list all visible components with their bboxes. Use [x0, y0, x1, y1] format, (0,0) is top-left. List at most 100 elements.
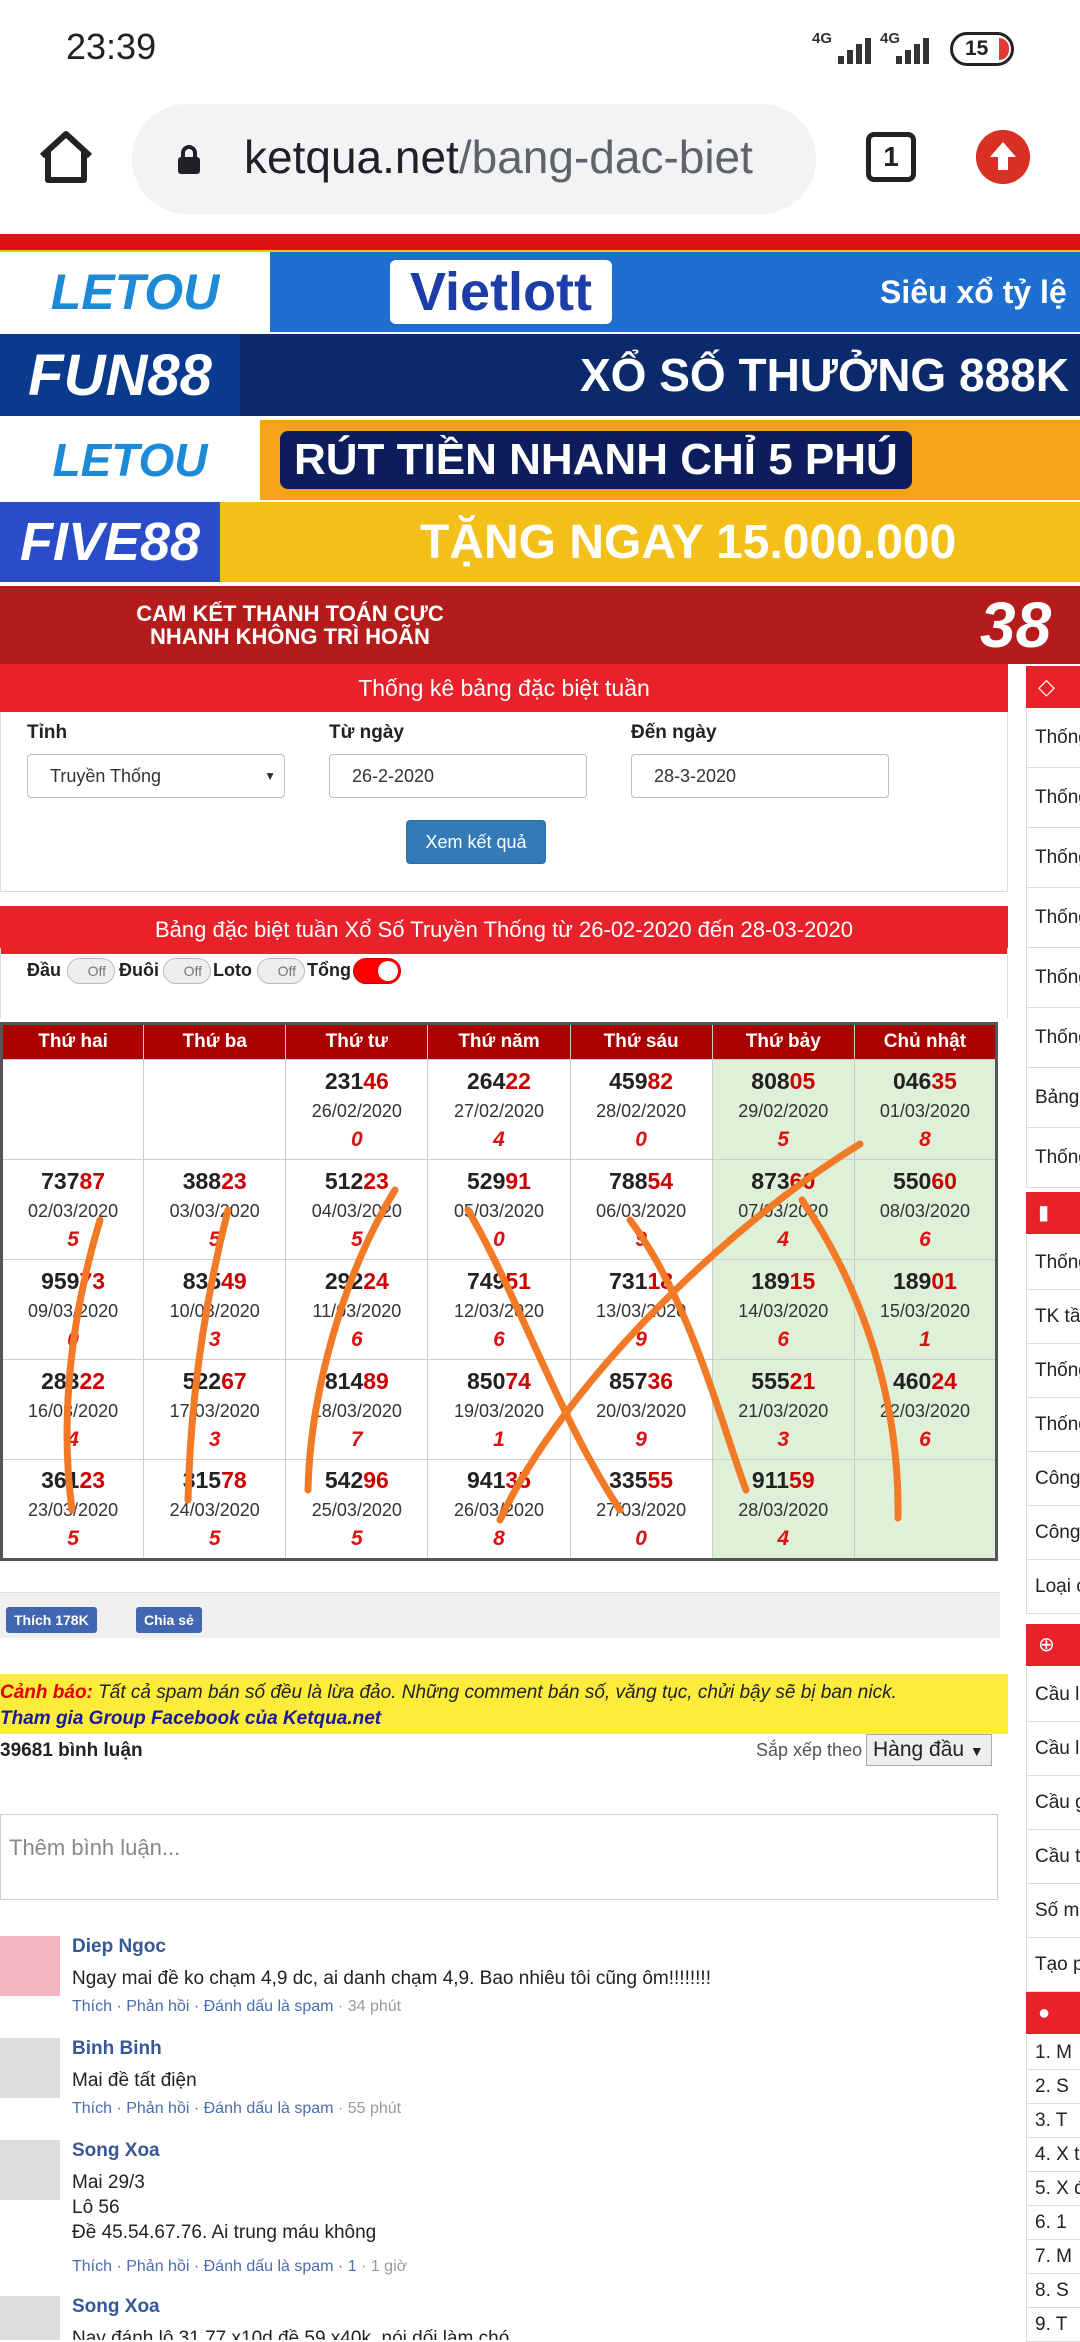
- prize-number: 55060: [855, 1168, 995, 1195]
- draw-date: 29/02/2020: [738, 1100, 829, 1121]
- digit-sum: 0: [635, 1527, 647, 1550]
- sidebar-link[interactable]: Thống: [1026, 1344, 1080, 1398]
- digit-sum: 5: [351, 1527, 363, 1550]
- prize-head: 522: [182, 1367, 222, 1394]
- prize-number: 18915: [713, 1268, 854, 1295]
- sidebar-link[interactable]: Cầu lo: [1026, 1668, 1080, 1722]
- toggle-dau[interactable]: Off: [67, 958, 115, 984]
- sidebar-link[interactable]: Tạo p: [1026, 1938, 1080, 1992]
- comment-action-links[interactable]: Thích · Phản hồi · Đánh dấu là spam: [72, 1998, 333, 2015]
- sidebar-link[interactable]: 8. S: [1026, 2274, 1080, 2308]
- like-button[interactable]: Thích 178K: [6, 1607, 97, 1633]
- prize-number: 23146: [286, 1068, 427, 1095]
- facebook-group-link[interactable]: Tham gia Group Facebook của Ketqua.net: [0, 1708, 381, 1729]
- share-button[interactable]: Chia sẻ: [136, 1607, 202, 1633]
- address-bar[interactable]: ketqua.net/bang-dac-biet: [132, 104, 816, 214]
- sidebar-link[interactable]: Thống theo Đ: [1026, 1128, 1080, 1188]
- draw-date: 15/03/2020: [879, 1300, 970, 1321]
- ad-banner-3[interactable]: LETOU RÚT TIỀN NHANH CHỈ 5 PHÚ: [0, 420, 1080, 500]
- sidebar-link[interactable]: 7. M: [1026, 2240, 1080, 2274]
- from-date-label: Từ ngày: [329, 722, 404, 743]
- column-header: Thứ năm: [427, 1023, 571, 1060]
- ad-logo-4: FIVE88: [0, 502, 220, 582]
- sidebar-link[interactable]: Thống loto: [1026, 888, 1080, 948]
- submit-button[interactable]: Xem kết quả: [406, 820, 546, 864]
- sidebar-link[interactable]: 6. 1: [1026, 2206, 1080, 2240]
- tab-switcher-button[interactable]: 1: [866, 132, 916, 182]
- prize-head: 731: [609, 1267, 648, 1294]
- result-cell: 94135 26/03/2020 8: [427, 1459, 571, 1560]
- prize-head: 388: [182, 1167, 222, 1194]
- sidebar-link[interactable]: Bảng: [1026, 1068, 1080, 1128]
- sidebar-link[interactable]: Thống loto: [1026, 768, 1080, 828]
- result-cell: 29224 11/03/2020 6: [285, 1259, 429, 1360]
- sidebar-link[interactable]: 4. X tu: [1026, 2138, 1080, 2172]
- comment-actions[interactable]: Thích · Phản hồi · Đánh dấu là spam · 34…: [72, 1998, 401, 2016]
- from-date-input[interactable]: 26-2-2020: [329, 754, 587, 798]
- digit-sum: 6: [777, 1327, 790, 1351]
- ad-banner-2[interactable]: FUN88 XỔ SỐ THƯỞNG 888K HOÀN TRẢ 5: [0, 334, 1080, 416]
- prize-tail: 24: [363, 1267, 389, 1294]
- comment-time: · 55 phút: [337, 2100, 402, 2117]
- sidebar-link[interactable]: Số mơ: [1026, 1884, 1080, 1938]
- sidebar-link[interactable]: 9. T: [1026, 2308, 1080, 2342]
- sidebar-link[interactable]: Công: [1026, 1452, 1080, 1506]
- ad-banner-4[interactable]: FIVE88 TẶNG NGAY 15.000.000: [0, 502, 1080, 582]
- comment-action-links[interactable]: Thích · Phản hồi · Đánh dấu là spam · 1: [72, 2258, 357, 2275]
- toggle-loto[interactable]: Off: [257, 958, 305, 984]
- prize-number: 36123: [3, 1467, 143, 1494]
- comment-input[interactable]: Thêm bình luận...: [0, 1814, 998, 1900]
- sidebar-link[interactable]: Cầu th: [1026, 1830, 1080, 1884]
- comment-author[interactable]: Binh Binh: [72, 2038, 162, 2060]
- sidebar-link[interactable]: 5. X đ: [1026, 2172, 1080, 2206]
- prize-number: 54296: [286, 1467, 427, 1494]
- comment-author[interactable]: Song Xoa: [72, 2296, 160, 2318]
- comment-action-links[interactable]: Thích · Phản hồi · Đánh dấu là spam: [72, 2100, 333, 2117]
- to-date-input[interactable]: 28-3-2020: [631, 754, 889, 798]
- avatar[interactable]: [0, 2296, 60, 2340]
- sidebar-link[interactable]: Cầu lo: [1026, 1722, 1080, 1776]
- comment-item: Song Xoa Mai 29/3 Lô 56 Đề 45.54.67.76. …: [0, 2140, 1000, 2280]
- ad-banner-1[interactable]: LETOU Vietlott Siêu xổ tỷ lệ: [0, 252, 1080, 332]
- table-row: 23146 26/02/2020 0 26422 27/02/2020 4 45982 28/…: [0, 1059, 998, 1160]
- sidebar-link[interactable]: Thống: [1026, 948, 1080, 1008]
- sidebar-link[interactable]: Thống: [1026, 1008, 1080, 1068]
- avatar[interactable]: [0, 2038, 60, 2098]
- sidebar-link[interactable]: Công VIP: [1026, 1506, 1080, 1560]
- prize-number: 18901: [855, 1268, 995, 1295]
- comment-actions[interactable]: Thích · Phản hồi · Đánh dấu là spam · 1 …: [72, 2258, 407, 2276]
- ad-banners: LETOU Vietlott Siêu xổ tỷ lệ FUN88 XỔ SỐ…: [0, 234, 1080, 664]
- avatar[interactable]: [0, 2140, 60, 2200]
- avatar[interactable]: [0, 1936, 60, 1996]
- comment-author[interactable]: Diep Ngoc: [72, 1936, 166, 1958]
- ad-strip-top: [0, 234, 1080, 252]
- prize-tail: 18: [647, 1267, 674, 1294]
- comment-author[interactable]: Song Xoa: [72, 2140, 160, 2162]
- sidebar-link[interactable]: Thống: [1026, 1236, 1080, 1290]
- sidebar-link[interactable]: Loại c: [1026, 1560, 1080, 1614]
- result-cell: 23146 26/02/2020 0: [285, 1059, 429, 1160]
- result-cell: 33555 27/03/2020 0: [569, 1459, 713, 1560]
- sidebar-link[interactable]: Thống: [1026, 708, 1080, 768]
- sidebar-link[interactable]: 2. S: [1026, 2070, 1080, 2104]
- sidebar-link[interactable]: Cầu g: [1026, 1776, 1080, 1830]
- province-select[interactable]: Truyền Thống ▼: [27, 754, 285, 798]
- sidebar-link[interactable]: Thống: [1026, 1398, 1080, 1452]
- update-icon[interactable]: [976, 130, 1030, 184]
- result-cell: 04635 01/03/2020 8: [853, 1059, 998, 1160]
- toggle-tong[interactable]: [353, 958, 401, 984]
- prize-number: 31578: [144, 1467, 285, 1494]
- result-cell: 83549 10/03/2020 3: [143, 1259, 287, 1360]
- sidebar-link[interactable]: Thống: [1026, 828, 1080, 888]
- comment-actions[interactable]: Thích · Phản hồi · Đánh dấu là spam · 55…: [72, 2100, 401, 2118]
- sidebar-link[interactable]: 3. T: [1026, 2104, 1080, 2138]
- prize-head: 292: [324, 1267, 364, 1294]
- home-icon[interactable]: [36, 126, 96, 186]
- sidebar-link[interactable]: 1. M: [1026, 2036, 1080, 2070]
- ad-logo-1: LETOU: [0, 252, 270, 332]
- sidebar-link[interactable]: TK tầ: [1026, 1290, 1080, 1344]
- ad-banner-5[interactable]: CAM KẾT THANH TOÁN CỰC NHANH KHÔNG TRÌ H…: [0, 586, 1080, 664]
- prize-head: 189: [751, 1267, 790, 1294]
- toggle-duoi[interactable]: Off: [163, 958, 211, 984]
- sort-select[interactable]: Hàng đầu ▼: [866, 1734, 992, 1766]
